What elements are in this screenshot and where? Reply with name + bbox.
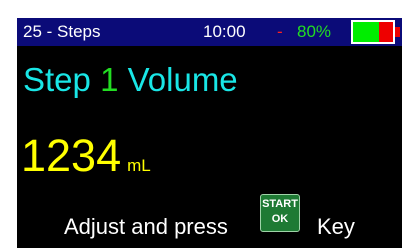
volume-value: 1234 [21, 130, 122, 181]
step-number: 1 [100, 61, 119, 98]
step-title: Step 1 Volume [23, 60, 238, 100]
clock: 10:00 [203, 22, 246, 41]
ok-key-label: OK [271, 213, 289, 225]
battery-percent: 80% [297, 22, 332, 41]
start-ok-key-icon: START OK [260, 194, 300, 232]
instruction-key-text: Key [317, 214, 355, 239]
status-bar: 25 - Steps 10:00 - 80% [17, 18, 402, 46]
lcd-screen: 25 - Steps 10:00 - 80% Step 1 Volume 123… [17, 18, 402, 248]
battery-tip [395, 27, 400, 37]
step-title-suffix: Volume [127, 61, 238, 98]
device-display: 25 - Steps 10:00 - 80% Step 1 Volume 123… [0, 0, 404, 252]
step-title-prefix: Step [23, 61, 91, 98]
mode-label: 25 - Steps [23, 22, 101, 41]
start-key-label: START [262, 198, 298, 210]
battery-empty [379, 22, 393, 42]
battery-icon [351, 20, 395, 44]
battery-fill [353, 22, 379, 42]
status-separator: - [277, 22, 283, 41]
volume-readout: 1234 mL [21, 130, 151, 182]
volume-unit: mL [127, 156, 151, 175]
instruction-text: Adjust and press [64, 214, 228, 239]
